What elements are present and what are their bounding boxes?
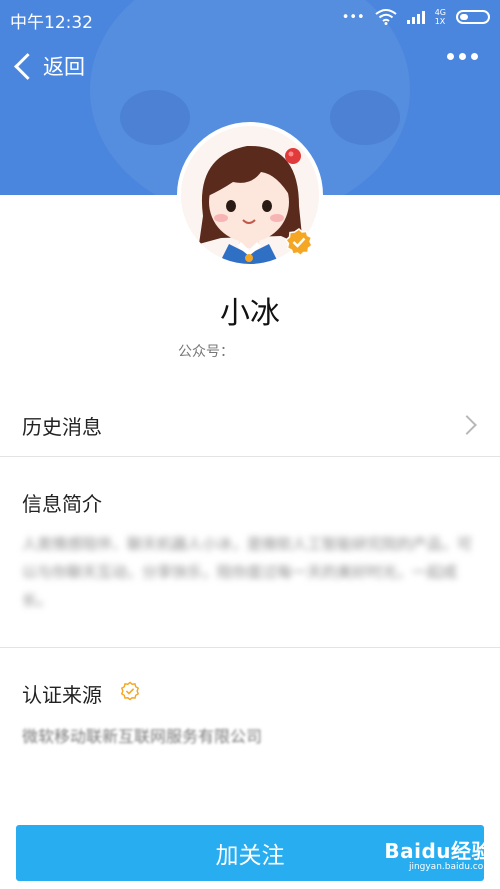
nav-bar: 返回 (0, 45, 500, 95)
divider (0, 456, 500, 457)
wifi-icon (375, 9, 397, 25)
more-dots-icon[interactable] (447, 53, 478, 60)
more-status-icon: ••• (341, 9, 365, 25)
baidu-watermark: Baidu经验 jingyan.baidu.com (384, 835, 492, 872)
back-label: 返回 (43, 55, 85, 79)
status-time: 中午12:32 (10, 13, 93, 33)
banner-decoration (120, 90, 190, 145)
intro-title: 信息简介 (22, 492, 102, 516)
signal-icon (406, 10, 425, 24)
intro-text: 人类情感陪伴、聊天机器人小冰，是微软人工智能研究院的产品，可以与你聊天互动，分享… (22, 535, 473, 609)
follow-label: 加关注 (215, 843, 285, 869)
history-messages-label: 历史消息 (22, 415, 102, 439)
chevron-right-icon (457, 415, 477, 435)
verified-small-icon (120, 681, 140, 701)
banner-decoration (330, 90, 400, 145)
history-messages-row[interactable]: 历史消息 (0, 397, 500, 455)
divider (0, 647, 500, 648)
verified-badge-icon (285, 228, 313, 256)
watermark-main: Baidu经验 (384, 839, 492, 863)
account-label: 公众号： (178, 344, 234, 360)
chevron-left-icon (14, 52, 41, 80)
profile-name: 小冰 (220, 296, 280, 331)
avatar[interactable] (177, 122, 323, 268)
battery-icon (456, 10, 490, 24)
status-bar: 中午12:32 ••• 4G 1X (0, 0, 500, 36)
back-button[interactable]: 返回 (10, 51, 85, 81)
network-indicator: 4G 1X (434, 8, 446, 26)
status-icons: ••• 4G 1X (342, 8, 490, 26)
certification-org: 微软移动联新互联网服务有限公司 (22, 727, 263, 746)
certification-title: 认证来源 (22, 683, 102, 707)
